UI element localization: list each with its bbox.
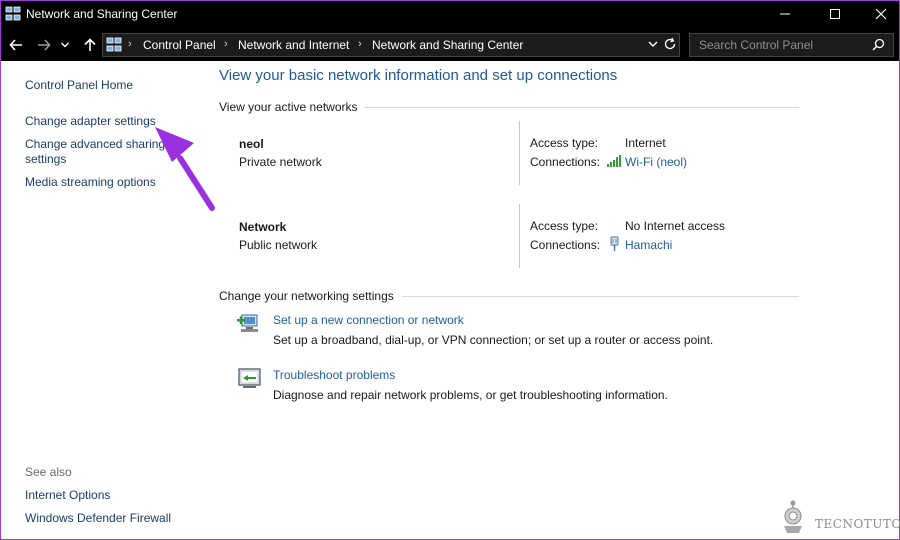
close-icon <box>875 8 887 20</box>
network-divider <box>519 204 520 268</box>
see-also-heading: See also <box>25 465 72 479</box>
troubleshoot-icon <box>238 368 261 388</box>
breadcrumb-network-sharing-center[interactable]: Network and Sharing Center <box>372 38 523 52</box>
address-dropdown-icon[interactable] <box>647 37 659 51</box>
hamachi-connection-link[interactable]: Hamachi <box>625 238 672 252</box>
network-name: Network <box>239 220 287 234</box>
refresh-icon[interactable] <box>663 37 677 51</box>
control-panel-home-link[interactable]: Control Panel Home <box>25 78 133 92</box>
section-divider <box>402 296 799 297</box>
network-center-icon <box>5 6 21 21</box>
network-category[interactable]: Public network <box>239 238 317 252</box>
recent-locations-button[interactable] <box>58 34 72 56</box>
ethernet-plug-icon <box>610 236 619 251</box>
close-button[interactable] <box>858 1 900 27</box>
change-advanced-sharing-link[interactable]: Change advanced sharing <box>25 137 165 151</box>
breadcrumb-network-internet[interactable]: Network and Internet <box>238 38 349 52</box>
network-divider <box>519 121 520 185</box>
up-arrow-icon <box>84 38 96 51</box>
search-input[interactable]: Search Control Panel <box>699 38 813 52</box>
search-box[interactable]: Search Control Panel <box>689 33 894 57</box>
maximize-icon <box>830 9 840 19</box>
breadcrumb-control-panel[interactable]: Control Panel <box>143 38 216 52</box>
breadcrumb-chevron-icon: › <box>128 38 132 50</box>
back-arrow-icon <box>9 39 22 51</box>
annotation-arrow <box>155 127 215 211</box>
internet-options-link[interactable]: Internet Options <box>25 488 110 502</box>
minimize-button[interactable] <box>762 1 808 27</box>
section-divider <box>364 107 799 108</box>
minimize-icon <box>780 13 790 15</box>
forward-button[interactable] <box>33 34 55 56</box>
windows-defender-firewall-link[interactable]: Windows Defender Firewall <box>25 511 171 525</box>
troubleshoot-problems-link[interactable]: Troubleshoot problems <box>273 368 395 382</box>
access-type-label: Access type: <box>530 219 599 233</box>
connections-label: Connections: <box>530 155 601 169</box>
media-streaming-options-link[interactable]: Media streaming options <box>25 175 156 189</box>
network-name: neol <box>239 137 264 151</box>
troubleshoot-description: Diagnose and repair network problems, or… <box>273 388 668 402</box>
search-icon[interactable] <box>872 38 885 51</box>
new-connection-icon <box>237 314 258 332</box>
maximize-button[interactable] <box>812 1 858 27</box>
navigation-bar: › Control Panel › Network and Internet ›… <box>1 28 899 61</box>
address-bar[interactable]: › Control Panel › Network and Internet ›… <box>102 33 680 57</box>
watermark-text: TECNOTUTO <box>815 517 900 531</box>
change-adapter-settings-link[interactable]: Change adapter settings <box>25 114 156 128</box>
access-type-value: No Internet access <box>625 219 726 233</box>
title-bar: Network and Sharing Center <box>1 1 899 28</box>
back-button[interactable] <box>5 34 27 56</box>
control-panel-icon <box>106 37 122 52</box>
page-title: View your basic network information and … <box>219 67 618 84</box>
forward-arrow-icon <box>38 39 51 51</box>
window-title: Network and Sharing Center <box>26 7 178 21</box>
breadcrumb-chevron-icon: › <box>224 38 228 50</box>
access-type-label: Access type: <box>530 136 599 150</box>
wifi-signal-icon <box>607 155 621 167</box>
change-settings-heading: Change your networking settings <box>219 289 394 303</box>
wifi-connection-link[interactable]: Wi-Fi (neol) <box>625 155 687 169</box>
chevron-down-icon <box>61 42 69 48</box>
access-type-value: Internet <box>625 136 666 150</box>
setup-new-connection-link[interactable]: Set up a new connection or network <box>273 313 464 327</box>
change-advanced-sharing-link-line2[interactable]: settings <box>25 152 66 166</box>
watermark-logo-icon <box>784 500 802 533</box>
up-button[interactable] <box>79 34 101 56</box>
network-category[interactable]: Private network <box>239 155 322 169</box>
active-networks-heading: View your active networks <box>219 100 358 114</box>
setup-new-connection-description: Set up a broadband, dial-up, or VPN conn… <box>273 333 714 347</box>
breadcrumb-chevron-icon: › <box>358 38 362 50</box>
connections-label: Connections: <box>530 238 601 252</box>
